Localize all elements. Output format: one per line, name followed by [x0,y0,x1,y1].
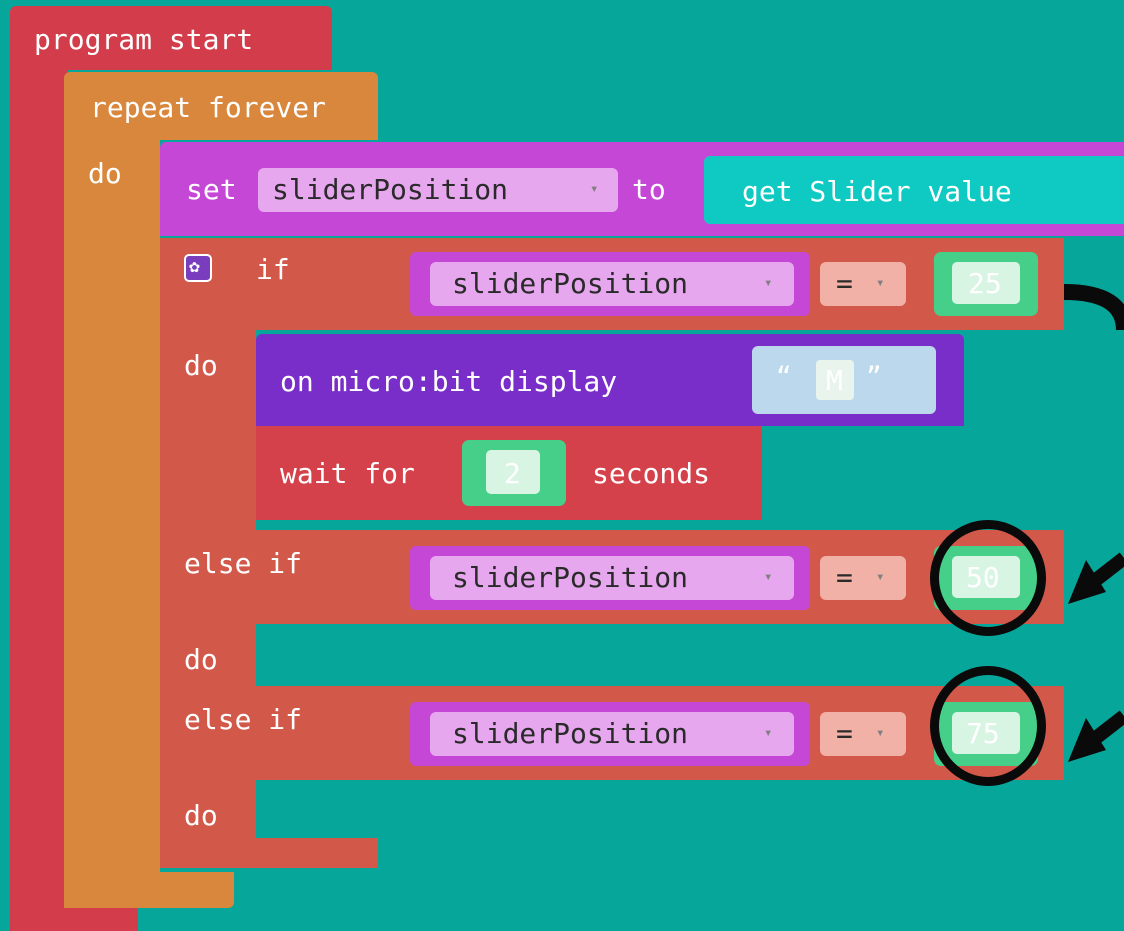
program-start-label: program start [34,23,254,56]
close-quote: ” [866,362,882,392]
arrow-icon [1083,552,1124,592]
chevron-down-icon: ▾ [876,275,885,291]
chevron-down-icon: ▾ [764,275,773,291]
operator-label: = [836,561,853,594]
operator-dropdown[interactable] [820,712,906,756]
wait-unit: seconds [592,457,711,490]
display-label: on micro:bit display [280,365,618,398]
do-label: do [184,349,218,382]
gear-glyph: ✿ [189,256,200,277]
open-quote: “ [776,362,792,392]
condition-variable-name: sliderPosition [452,561,689,594]
do-label: do [184,643,218,676]
repeat-forever-label: repeat forever [90,91,327,124]
curved-arrow-path [1063,284,1124,331]
chevron-down-icon: ▾ [876,569,885,585]
number-value: 25 [968,267,1002,300]
arrow-icon [1083,710,1124,750]
chevron-down-icon: ▾ [590,181,599,197]
chevron-down-icon: ▾ [764,725,773,741]
repeat-forever-foot [64,872,234,908]
string-value: M [826,364,843,397]
operator-dropdown[interactable] [820,556,906,600]
wait-number-value: 2 [504,457,521,490]
condition-variable-name: sliderPosition [452,267,689,300]
set-label: set [186,173,237,206]
repeat-forever-body [64,138,160,908]
else-if-label: else if [184,547,303,580]
arrow-head-icon [1068,718,1106,762]
operator-label: = [836,267,853,300]
arrow-head-icon [1068,560,1106,604]
highlight-circle [930,520,1046,636]
operator-label: = [836,717,853,750]
condition-variable-name: sliderPosition [452,717,689,750]
chevron-down-icon: ▾ [764,569,773,585]
set-variable-name: sliderPosition [272,173,509,206]
if-else-foot [160,838,378,868]
get-slider-value-label: get Slider value [742,175,1012,208]
highlight-circle [930,666,1046,786]
else-if-label: else if [184,703,303,736]
wait-label: wait for [280,457,415,490]
if-label: if [256,253,290,286]
chevron-down-icon: ▾ [876,725,885,741]
program-start-body [10,60,68,931]
operator-dropdown[interactable] [820,262,906,306]
do-label: do [184,799,218,832]
to-label: to [632,173,666,206]
repeat-do-label: do [88,157,122,190]
